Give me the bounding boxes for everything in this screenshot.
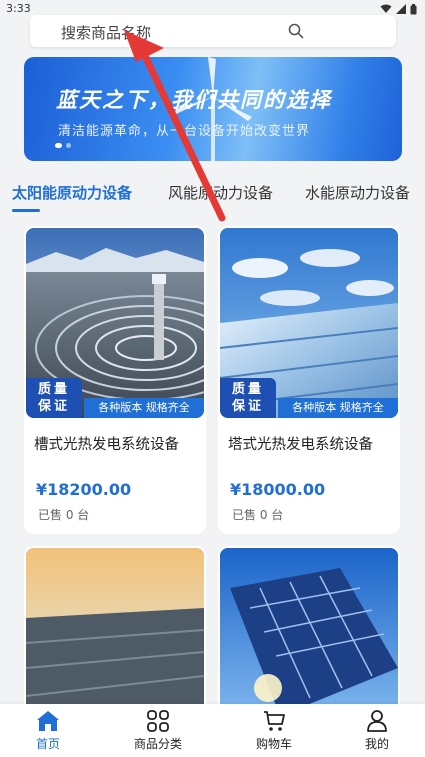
- tab-wind[interactable]: 风能原动力设备: [168, 182, 273, 203]
- status-time: 3:33: [6, 2, 31, 15]
- banner-pagination: [55, 143, 71, 148]
- banner-title: 蓝天之下，我们共同的选择: [56, 88, 332, 112]
- product-card[interactable]: 质量 保证 各种版本 规格齐全 塔式光热发电系统设备 ¥18000.00 已售 …: [218, 226, 400, 534]
- product-sold-count: 已售 0 台: [232, 508, 284, 522]
- quality-badge-line2: 保证: [231, 399, 264, 414]
- nav-profile[interactable]: 我的: [337, 710, 417, 752]
- nav-cart-label: 购物车: [255, 737, 292, 751]
- product-image[interactable]: 质量 保证 各种版本 规格齐全: [220, 228, 398, 418]
- versions-badge: 各种版本 规格齐全: [278, 398, 398, 418]
- product-card[interactable]: 质量 保证 各种版本 规格齐全 槽式光热发电系统设备 ¥18200.00 已售 …: [24, 226, 206, 534]
- product-card[interactable]: [24, 546, 206, 716]
- versions-badge: 各种版本 规格齐全: [84, 398, 204, 418]
- tab-solar[interactable]: 太阳能原动力设备: [12, 182, 132, 203]
- banner-dot-active[interactable]: [55, 143, 62, 148]
- product-image[interactable]: [26, 548, 204, 716]
- search-icon[interactable]: [288, 23, 304, 39]
- quality-badge: 质量 保证: [220, 378, 276, 418]
- nav-cart[interactable]: 购物车: [234, 710, 314, 752]
- quality-badge-line1: 质量: [37, 382, 70, 397]
- product-price: ¥18000.00: [230, 480, 326, 499]
- tab-hydro[interactable]: 水能原动力设备: [305, 182, 410, 203]
- cart-icon: [264, 711, 285, 731]
- grid-icon: [147, 710, 169, 732]
- product-title[interactable]: 槽式光热发电系统设备: [34, 433, 179, 454]
- search-input[interactable]: 搜索商品名称: [61, 22, 151, 43]
- banner-dot[interactable]: [66, 143, 71, 148]
- quality-badge-line2: 保证: [37, 399, 70, 414]
- wifi-icon: [380, 4, 392, 13]
- product-image[interactable]: [220, 548, 398, 716]
- banner-subtitle: 清洁能源革命，从一台设备开始改变世界: [58, 124, 311, 139]
- product-price: ¥18200.00: [36, 480, 132, 499]
- product-sold-count: 已售 0 台: [38, 508, 90, 522]
- status-icons: [380, 3, 417, 15]
- solar-panels-sky-image: [220, 548, 398, 716]
- quality-badge-line1: 质量: [231, 382, 264, 397]
- category-tabs: 太阳能原动力设备 风能原动力设备 水能原动力设备: [0, 178, 425, 214]
- product-title[interactable]: 塔式光热发电系统设备: [228, 433, 373, 454]
- bottom-nav: 首页 商品分类 购物车 我的: [0, 704, 425, 757]
- user-icon: [367, 710, 387, 732]
- battery-icon: [410, 3, 417, 14]
- tab-active-indicator: [12, 209, 40, 212]
- promo-banner[interactable]: 蓝天之下，我们共同的选择 清洁能源革命，从一台设备开始改变世界: [24, 57, 402, 161]
- product-image[interactable]: 质量 保证 各种版本 规格齐全: [26, 228, 204, 418]
- nav-home[interactable]: 首页: [8, 710, 88, 752]
- home-icon: [37, 711, 59, 731]
- search-bar[interactable]: 搜索商品名称: [30, 15, 396, 47]
- nav-categories[interactable]: 商品分类: [118, 710, 198, 752]
- nav-home-label: 首页: [35, 737, 60, 751]
- nav-categories-label: 商品分类: [133, 737, 182, 751]
- signal-icon: [396, 4, 406, 14]
- solar-farm-sunset-image: [26, 548, 204, 716]
- product-card[interactable]: [218, 546, 400, 716]
- nav-profile-label: 我的: [364, 737, 389, 751]
- quality-badge: 质量 保证: [26, 378, 82, 418]
